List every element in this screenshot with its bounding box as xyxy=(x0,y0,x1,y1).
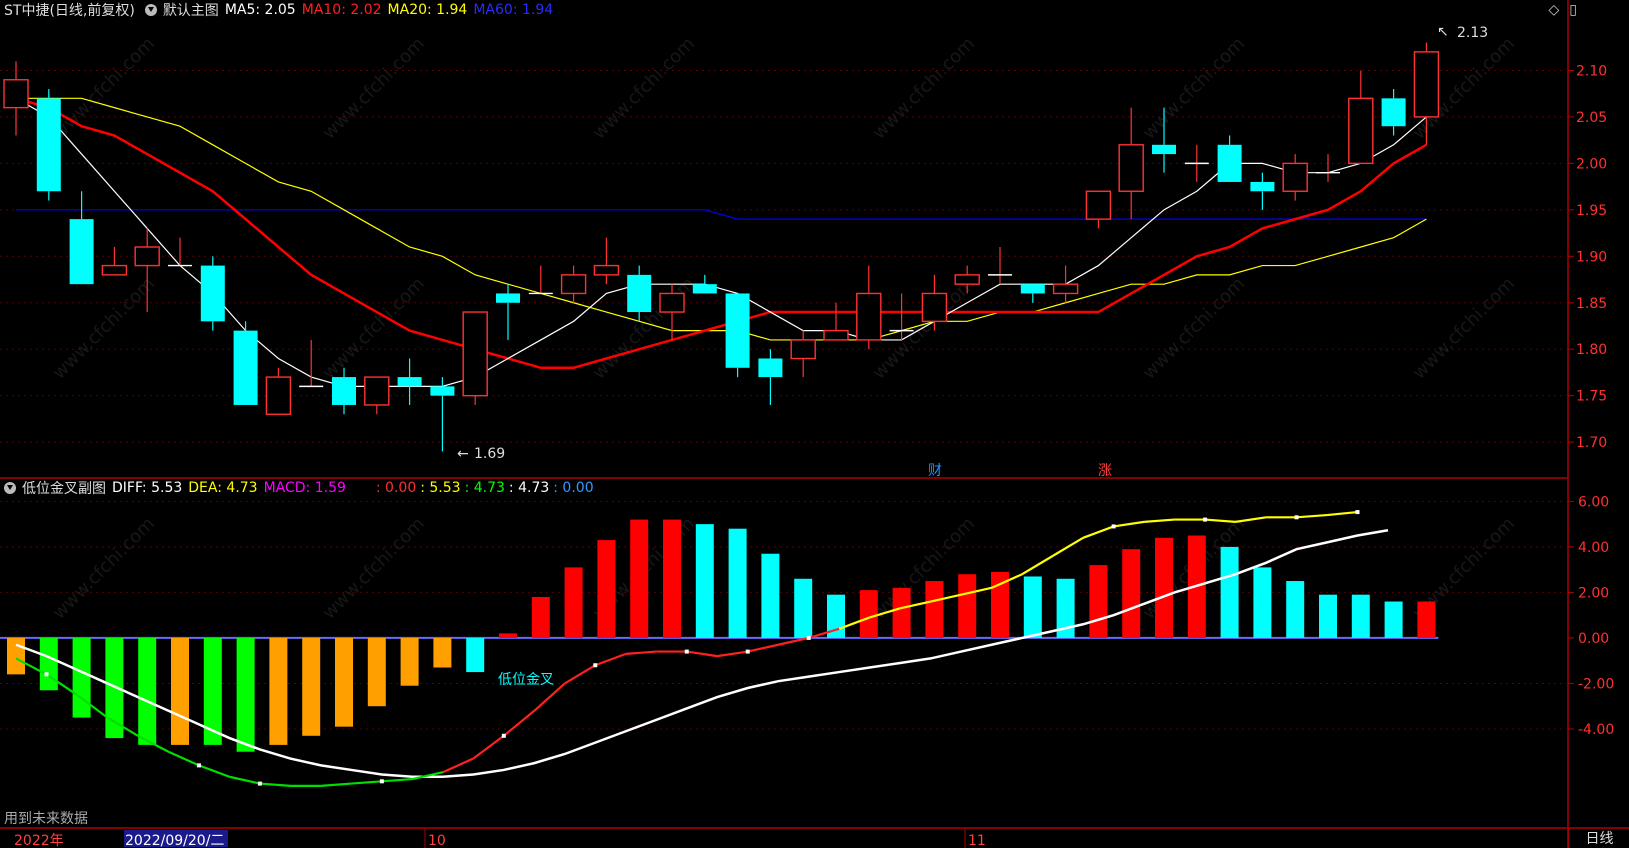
macd-bar xyxy=(138,637,157,745)
macd-tick-label: 6.00 xyxy=(1578,494,1609,510)
macd-bar xyxy=(302,637,321,736)
macd-bar xyxy=(236,637,255,752)
period-label[interactable]: 日线 xyxy=(1568,828,1629,848)
extra-value-1: : 0.00 xyxy=(375,480,417,496)
price-tick-label: 1.80 xyxy=(1576,342,1607,358)
future-data-notice: 用到未来数据 xyxy=(4,811,88,827)
price-tick-label: 2.05 xyxy=(1576,110,1607,126)
macd-bar xyxy=(958,574,977,638)
macd-bar xyxy=(269,637,288,745)
macd-bar xyxy=(7,637,25,675)
event-cai-marker[interactable]: 财 xyxy=(928,463,942,479)
extra-value-2: : 5.53 xyxy=(420,480,461,496)
macd-tick-label: -2.00 xyxy=(1578,676,1614,692)
candle[interactable] xyxy=(725,293,750,378)
macd-bar xyxy=(335,637,353,727)
chart-toolbar: ◇ ▯ xyxy=(1549,2,1578,18)
main-chart-header: ST中捷(日线,前复权) 默认主图 MA5: 2.05 MA10: 2.02 M… xyxy=(0,0,559,20)
price-tick-label: 1.85 xyxy=(1576,296,1607,312)
macd-bar xyxy=(794,578,813,638)
ma60-value: MA60: 1.94 xyxy=(473,2,554,18)
macd-tick-label: 0.00 xyxy=(1578,631,1609,647)
price-tick-label: 2.00 xyxy=(1576,156,1607,172)
price-tick-label: 1.70 xyxy=(1576,435,1607,451)
diamond-icon[interactable]: ◇ xyxy=(1549,2,1560,18)
macd-axis-labels: -4.00 -2.00 0.00 2.00 4.00 6.00 xyxy=(1568,494,1614,738)
macd-bar xyxy=(1122,549,1141,638)
macd-bar xyxy=(597,540,616,638)
year-label: 2022年 xyxy=(14,833,64,848)
extra-value-5: : 0.00 xyxy=(553,480,594,496)
macd-bar xyxy=(892,587,911,638)
indicator-dropdown-icon[interactable] xyxy=(4,482,16,494)
price-tick-label: 1.90 xyxy=(1576,249,1607,265)
candle[interactable] xyxy=(462,311,488,405)
window-icon[interactable]: ▯ xyxy=(1569,2,1577,18)
month-nov-label: 11 xyxy=(968,833,986,848)
macd-bar xyxy=(564,567,583,638)
ma5-value: MA5: 2.05 xyxy=(224,2,296,18)
macd-bar xyxy=(400,637,419,686)
macd-bar xyxy=(695,524,714,638)
ma20-value: MA20: 1.94 xyxy=(387,2,468,18)
ma10-value: MA10: 2.02 xyxy=(301,2,382,18)
macd-bar xyxy=(39,637,58,691)
macd-value: MACD: 1.59 xyxy=(263,480,346,496)
macd-bar xyxy=(367,637,386,707)
high-price-label: 2.13 xyxy=(1457,25,1488,41)
macd-bar xyxy=(1253,567,1272,638)
macd-bar xyxy=(105,637,124,739)
macd-tick-label: 2.00 xyxy=(1578,585,1609,601)
price-axis-labels: 1.70 1.75 1.80 1.85 1.90 1.95 2.00 2.05 2.10 xyxy=(1568,63,1607,451)
price-tick-label: 1.95 xyxy=(1576,203,1607,219)
macd-bar xyxy=(1286,581,1305,638)
extra-value-4: : 4.73 xyxy=(508,480,550,496)
macd-tick-label: -4.00 xyxy=(1578,722,1614,738)
extra-value-3: : 4.73 xyxy=(464,480,505,496)
macd-bar xyxy=(499,633,517,638)
macd-bar xyxy=(1384,601,1403,638)
stock-title[interactable]: ST中捷(日线,前复权) xyxy=(4,0,135,20)
low-price-label: 1.69 xyxy=(474,446,505,462)
cursor-date-label: 2022/09/20/二 xyxy=(125,833,224,848)
candle[interactable] xyxy=(200,256,225,331)
sub-chart-header: 低位金叉副图 DIFF: 5.53 DEA: 4.73 MACD: 1.59 :… xyxy=(0,478,600,498)
macd-bar xyxy=(1220,546,1239,638)
low-arrow-icon: ← xyxy=(457,446,469,462)
macd-bar xyxy=(171,637,189,745)
stock-chart[interactable]: www.cfchi.com www.cfchi.com www.cfchi.com w… xyxy=(0,0,1629,848)
diff-value: DIFF: 5.53 xyxy=(112,480,183,496)
macd-bar xyxy=(1155,537,1173,638)
macd-bar xyxy=(761,553,780,638)
template-name[interactable]: 默认主图 xyxy=(163,0,219,20)
high-arrow-icon: ↖ xyxy=(1437,24,1449,40)
template-dropdown-icon[interactable] xyxy=(144,4,157,16)
golden-cross-label: 低位金叉 xyxy=(498,672,554,688)
candle[interactable] xyxy=(233,321,258,405)
macd-bar xyxy=(859,590,878,638)
macd-bar xyxy=(433,637,452,668)
indicator-name[interactable]: 低位金叉副图 xyxy=(22,478,106,498)
dea-value: DEA: 4.73 xyxy=(188,480,258,496)
macd-bar xyxy=(72,637,91,718)
macd-bar xyxy=(663,519,681,638)
candle[interactable] xyxy=(36,89,61,201)
macd-bar xyxy=(1023,576,1042,638)
macd-bar xyxy=(1089,565,1108,638)
macd-bar xyxy=(925,581,944,638)
macd-bar xyxy=(728,528,747,638)
macd-bar xyxy=(531,596,550,638)
macd-bar xyxy=(1417,601,1436,638)
macd-bar xyxy=(630,519,649,638)
macd-bar xyxy=(466,637,485,673)
macd-bar xyxy=(1351,594,1370,638)
macd-tick-label: 4.00 xyxy=(1578,540,1609,556)
event-zhang-marker[interactable]: 涨 xyxy=(1098,463,1112,479)
price-tick-label: 1.75 xyxy=(1576,389,1607,405)
macd-bar xyxy=(1319,594,1337,638)
price-tick-label: 2.10 xyxy=(1576,63,1607,79)
month-oct-label: 10 xyxy=(428,833,446,848)
